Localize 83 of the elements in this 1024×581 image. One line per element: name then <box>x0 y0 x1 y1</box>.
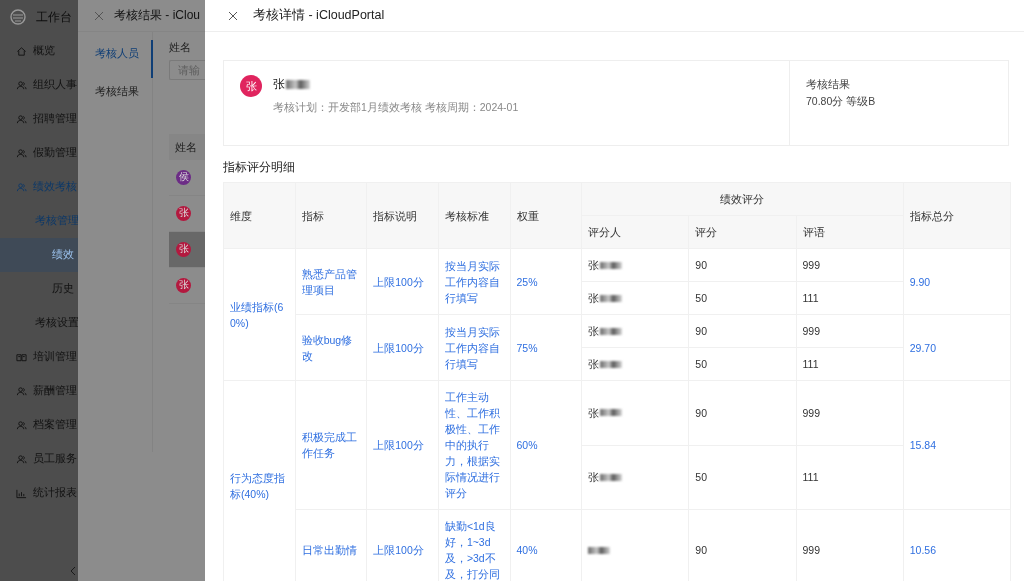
table-cell: 999 <box>796 380 904 445</box>
table-cell-text: 张 <box>588 470 600 486</box>
nav-item[interactable]: 绩效 <box>0 238 78 272</box>
table-cell: 验收bug修改 <box>295 314 367 381</box>
close-icon[interactable] <box>228 10 238 21</box>
home-icon <box>16 45 27 57</box>
table-cell: 按当月实际工作内容自行填写 <box>438 314 510 381</box>
column-header: 评语 <box>796 215 904 249</box>
column-header: 指标 <box>295 182 367 249</box>
people-icon <box>16 147 27 159</box>
redaction-mark <box>600 294 623 302</box>
table-cell: 上限100分 <box>366 314 439 381</box>
chart-icon <box>16 487 27 499</box>
table-cell: 上限100分 <box>366 248 439 315</box>
column-header: 评分 <box>688 215 797 249</box>
table-cell: 50 <box>688 445 797 510</box>
people-icon <box>16 113 27 125</box>
collapse-icon[interactable] <box>70 566 76 576</box>
table-cell-text: 张 <box>588 291 600 306</box>
book-icon <box>16 351 27 363</box>
people-icon <box>16 453 27 465</box>
people-icon <box>16 385 27 397</box>
avatar: 张 <box>176 278 191 293</box>
table-cell: 上限100分 <box>366 380 439 510</box>
table-cell-text: 张 <box>588 405 600 421</box>
table-cell: 29.70 <box>903 314 1011 381</box>
redaction-mark <box>600 327 623 335</box>
table-cell: 999 <box>796 314 904 348</box>
column-header: 考核标准 <box>438 182 510 249</box>
people-icon <box>16 79 27 91</box>
table-cell: 行为态度指标(40%) <box>223 380 296 581</box>
result-label: 考核结果 <box>806 78 851 92</box>
table-cell: 90 <box>688 380 797 445</box>
people-icon <box>16 181 27 193</box>
nav-item[interactable]: 绩效考核 <box>0 170 78 204</box>
table-cell: 工作主动性、工作积极性、工作中的执行力，根据实际情况进行评分 <box>438 380 510 510</box>
avatar: 侯 <box>176 170 191 185</box>
column-group-header: 绩效评分 <box>581 182 904 216</box>
table-cell: 75% <box>510 314 582 381</box>
table-cell: 50 <box>688 347 797 381</box>
table-cell: 999 <box>796 248 904 282</box>
table-cell: 熟悉产品管理项目 <box>295 248 367 315</box>
column-header: 评分人 <box>581 215 689 249</box>
table-cell: 90 <box>688 248 797 282</box>
plan-info: 考核计划：开发部1月绩效考核 考核周期：2024-01 <box>273 101 519 115</box>
redaction-mark <box>600 473 623 481</box>
table-cell-text: 张 <box>588 324 600 339</box>
table-cell-text: 张 <box>588 258 600 273</box>
table-cell: 50 <box>688 281 797 315</box>
logo-icon <box>10 9 26 25</box>
app-title: 工作台 <box>36 8 72 26</box>
avatar: 张 <box>240 75 262 97</box>
redaction-mark <box>600 409 623 417</box>
table-cell-text: 张 <box>588 357 600 372</box>
table-cell: 25% <box>510 248 582 315</box>
drawer-title: 考核结果 - iClou <box>114 7 200 24</box>
table-cell: 90 <box>688 314 797 348</box>
table-cell: 15.84 <box>903 380 1011 510</box>
table-cell: 按当月实际工作内容自行填写 <box>438 248 510 315</box>
redaction-mark <box>588 547 611 554</box>
avatar: 张 <box>176 242 191 257</box>
tab[interactable]: 考核人员 <box>78 40 153 78</box>
employee-name: 张 <box>273 76 285 93</box>
table-header: 姓名 <box>169 134 205 160</box>
people-icon <box>16 419 27 431</box>
avatar: 张 <box>176 206 191 221</box>
column-header: 指标说明 <box>366 182 439 249</box>
column-header: 维度 <box>223 182 296 249</box>
redaction-mark <box>600 360 623 368</box>
redaction-mark <box>600 261 623 269</box>
column-header: 指标总分 <box>903 182 1011 249</box>
redaction-mark <box>286 80 310 89</box>
table-cell: 9.90 <box>903 248 1011 315</box>
table-cell: 业绩指标(60%) <box>223 248 296 381</box>
field-label: 姓名 <box>169 40 192 55</box>
tab[interactable]: 考核结果 <box>78 78 152 116</box>
result-value: 70.80分 等级B <box>806 95 877 109</box>
table-cell: 60% <box>510 380 582 510</box>
drawer-title: 考核详情 - iCloudPortal <box>253 7 385 24</box>
column-header: 权重 <box>510 182 582 249</box>
section-title: 指标评分明细 <box>223 160 296 175</box>
table-row[interactable]: 张 <box>169 232 205 268</box>
table-cell: 积极完成工作任务 <box>295 380 367 510</box>
